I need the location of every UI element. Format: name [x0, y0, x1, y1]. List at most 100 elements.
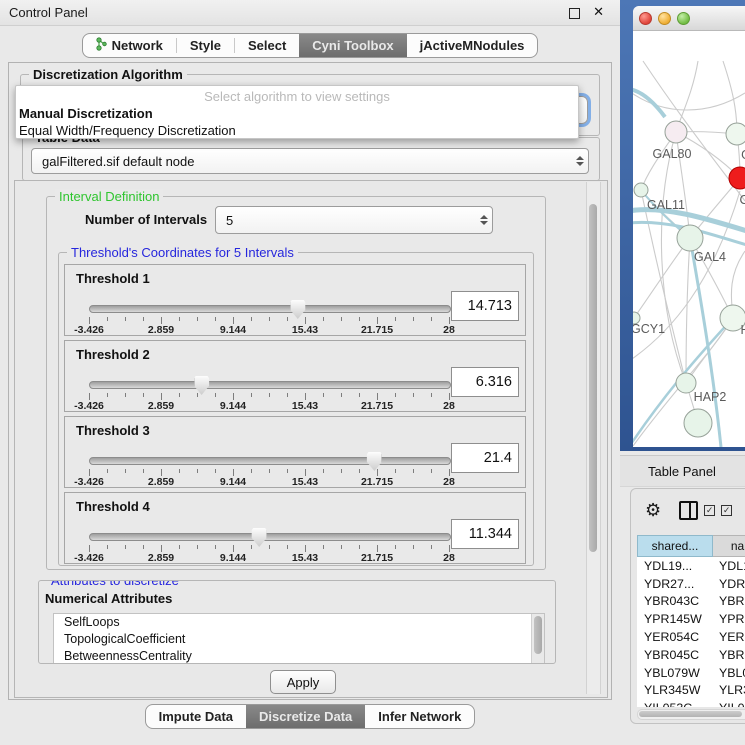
- table-row[interactable]: YBR045CYBR0: [637, 646, 745, 664]
- checkbox-icon[interactable]: ✓: [721, 505, 732, 516]
- table-row[interactable]: YDL19...YDL1: [637, 557, 745, 575]
- algorithm-dropdown-popup: Select algorithm to view settings Manual…: [15, 85, 579, 139]
- network-canvas[interactable]: GAL80GCGAL11GAL4GCY1HHAP2: [633, 31, 745, 447]
- network-node-label: H: [740, 323, 745, 337]
- network-window: GAL80GCGAL11GAL4GCY1HHAP2: [633, 6, 745, 447]
- tab-infer-network[interactable]: Infer Network: [365, 705, 474, 728]
- table-data-group: Table Data galFiltered.sif default node: [22, 137, 600, 181]
- network-node-label: GAL11: [647, 198, 685, 212]
- tab-impute-data[interactable]: Impute Data: [146, 705, 246, 728]
- tab-network[interactable]: Network: [83, 34, 176, 57]
- threshold-label: Threshold 2: [76, 347, 150, 362]
- threshold-rows: Threshold 1 -3.4262.8599.14415.4321.71528…: [64, 264, 526, 568]
- threshold-value-field[interactable]: 6.316: [451, 367, 519, 397]
- table-data-combobox[interactable]: galFiltered.sif default node: [31, 148, 589, 174]
- number-of-intervals-label: Number of Intervals: [85, 212, 207, 227]
- table-row[interactable]: YER054CYER0: [637, 628, 745, 646]
- tab-jactivemnodules[interactable]: jActiveMNodules: [407, 34, 538, 57]
- threshold-label: Threshold 4: [76, 499, 150, 514]
- vertical-scrollbar[interactable]: [586, 182, 601, 694]
- close-traffic-light[interactable]: [639, 12, 652, 25]
- threshold-slider-track[interactable]: [89, 533, 451, 541]
- tab-discretize-data[interactable]: Discretize Data: [246, 705, 365, 728]
- numerical-attributes-list[interactable]: SelfLoopsTopologicalCoefficientBetweenne…: [53, 613, 545, 664]
- combo-spinner-icon: [572, 156, 588, 166]
- table-data-value: galFiltered.sif default node: [32, 154, 572, 169]
- attributes-group-title: Attributes to discretize: [47, 580, 183, 588]
- table-header-row: shared... na: [637, 535, 745, 557]
- apply-button[interactable]: Apply: [270, 670, 336, 694]
- network-node-g[interactable]: [726, 123, 745, 145]
- table-panel-toolbar: ⚙ ✓ ✓: [631, 489, 745, 531]
- threshold-value-field[interactable]: 14.713: [451, 291, 519, 321]
- column-header-name[interactable]: na: [713, 535, 745, 557]
- slider-tick-labels: -3.4262.8599.14415.4321.71528: [89, 552, 449, 564]
- vertical-scrollbar-thumb[interactable]: [589, 204, 597, 552]
- interval-definition-title: Interval Definition: [55, 189, 163, 204]
- network-tab-icon: [96, 37, 107, 54]
- table-panel-title: Table Panel: [620, 464, 716, 479]
- network-node-label: HAP2: [694, 390, 727, 404]
- table-row[interactable]: YDR27...YDR2: [637, 575, 745, 593]
- close-icon[interactable]: ✕: [593, 4, 604, 20]
- slider-tick-labels: -3.4262.8599.14415.4321.71528: [89, 400, 449, 412]
- thresholds-group: Threshold's Coordinates for 5 Intervals …: [58, 252, 534, 566]
- threshold-slider-track[interactable]: [89, 305, 451, 313]
- tab-select[interactable]: Select: [235, 34, 299, 57]
- thresholds-group-title: Threshold's Coordinates for 5 Intervals: [67, 245, 298, 260]
- threshold-slider-track[interactable]: [89, 381, 451, 389]
- number-of-intervals-combobox[interactable]: 5: [215, 206, 493, 234]
- network-node[interactable]: [684, 409, 712, 437]
- table-row[interactable]: YLR345WYLR3: [637, 682, 745, 700]
- gear-icon[interactable]: ⚙: [645, 500, 661, 521]
- network-node-label: GAL80: [653, 147, 692, 161]
- attribute-list-item[interactable]: BetweennessCentrality: [54, 648, 544, 664]
- control-panel-titlebar: Control Panel ✕: [0, 0, 620, 26]
- threshold-slider-track[interactable]: [89, 457, 451, 465]
- table-panel-header: Table Panel: [620, 455, 745, 487]
- threshold-panel-3: Threshold 3 -3.4262.8599.14415.4321.71528…: [64, 416, 526, 488]
- checkbox-icon[interactable]: ✓: [704, 505, 715, 516]
- attributes-scrollbar-thumb[interactable]: [534, 616, 542, 654]
- tab-network-label: Network: [112, 38, 163, 53]
- popup-option-manual[interactable]: Manual Discretization: [16, 105, 578, 122]
- attribute-list-item[interactable]: SelfLoops: [54, 614, 544, 631]
- tab-style[interactable]: Style: [177, 34, 234, 57]
- threshold-value-field[interactable]: 11.344: [451, 519, 519, 549]
- screen: Control Panel ✕ Network Style: [0, 0, 745, 745]
- network-node-gal11[interactable]: [634, 183, 648, 197]
- discretization-algorithm-title: Discretization Algorithm: [29, 67, 187, 82]
- tab-cyni-toolbox[interactable]: Cyni Toolbox: [299, 34, 406, 57]
- zoom-traffic-light[interactable]: [677, 12, 690, 25]
- popup-option-equal-width[interactable]: Equal Width/Frequency Discretization: [16, 122, 578, 139]
- threshold-value-field[interactable]: 21.4: [451, 443, 519, 473]
- horizontal-scrollbar-thumb[interactable]: [639, 711, 742, 717]
- table-row[interactable]: YPR145WYPR1: [637, 610, 745, 628]
- slider-tick-labels: -3.4262.8599.14415.4321.71528: [89, 476, 449, 488]
- float-window-icon[interactable]: [569, 8, 580, 19]
- network-node-label: C: [739, 193, 745, 207]
- slider-tick-labels: -3.4262.8599.14415.4321.71528: [89, 324, 449, 336]
- network-window-titlebar: [633, 6, 745, 31]
- threshold-panel-4: Threshold 4 -3.4262.8599.14415.4321.71528…: [64, 492, 526, 564]
- horizontal-scrollbar[interactable]: [637, 709, 745, 720]
- network-node-gal80[interactable]: [665, 121, 687, 143]
- network-node-gal4[interactable]: [677, 225, 703, 251]
- network-node-label: GCY1: [633, 322, 665, 336]
- network-window-frame: GAL80GCGAL11GAL4GCY1HHAP2: [620, 0, 745, 451]
- attributes-list-scrollbar[interactable]: [531, 614, 544, 664]
- table-rows: YDL19...YDL1YDR27...YDR2YBR043CYBR0YPR14…: [637, 557, 745, 707]
- table-row[interactable]: YIL053CYIL0: [637, 699, 745, 707]
- column-header-shared-name[interactable]: shared...: [637, 535, 713, 557]
- table-row[interactable]: YBR043CYBR0: [637, 593, 745, 611]
- table-row[interactable]: YBL079WYBL0: [637, 664, 745, 682]
- minimize-traffic-light[interactable]: [658, 12, 671, 25]
- attributes-group: Attributes to discretize Numerical Attri…: [38, 580, 556, 664]
- network-node-label: G: [741, 148, 745, 162]
- threshold-label: Threshold 1: [76, 271, 150, 286]
- column-layout-icon[interactable]: [679, 501, 698, 520]
- attribute-list-item[interactable]: TopologicalCoefficient: [54, 631, 544, 648]
- bottom-tab-bar: Impute Data Discretize Data Infer Networ…: [0, 704, 620, 729]
- combo-spinner-icon: [476, 215, 492, 225]
- threshold-label: Threshold 3: [76, 423, 150, 438]
